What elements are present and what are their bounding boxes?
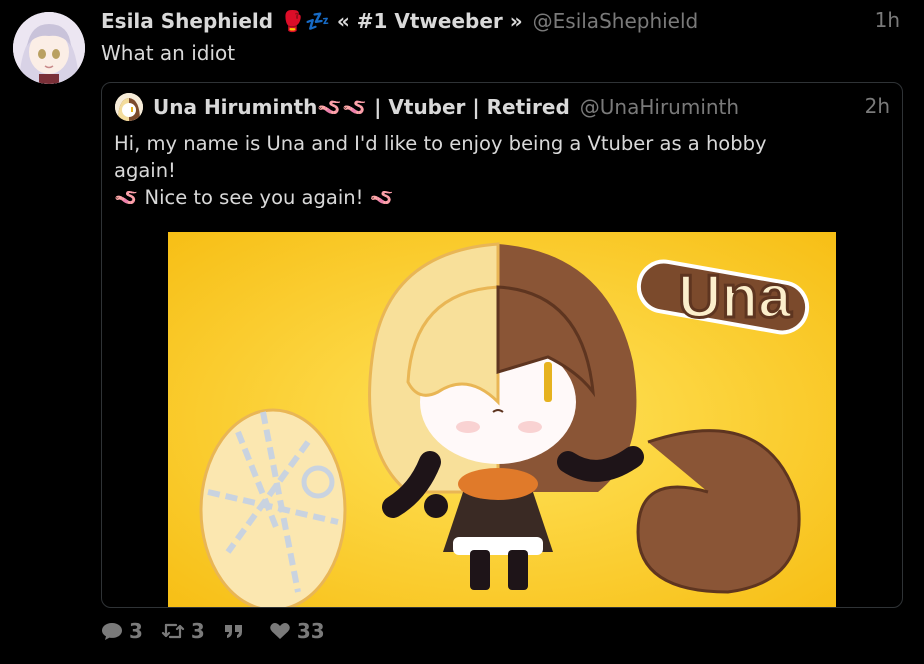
post-text: What an idiot bbox=[101, 41, 236, 65]
like-count: 33 bbox=[296, 619, 325, 643]
author-emoji: 🥊💤 bbox=[280, 9, 330, 33]
repost-button[interactable]: 3 bbox=[161, 619, 205, 643]
post-time[interactable]: 1h bbox=[875, 8, 900, 32]
quoted-text-line: Hi, my name is Una and I'd like to enjoy… bbox=[114, 132, 767, 155]
quoted-post-image[interactable]: Una bbox=[168, 232, 836, 607]
quoted-post-text: Hi, my name is Una and I'd like to enjoy… bbox=[114, 130, 854, 211]
quoted-post-header: Una Hiruminth🪱🪱 | Vtuber | Retired @UnaH… bbox=[153, 93, 890, 121]
quoted-author-handle[interactable]: @UnaHiruminth bbox=[580, 95, 739, 119]
chibi-character-illustration: Una bbox=[168, 232, 836, 607]
quoted-author-avatar[interactable] bbox=[115, 93, 143, 121]
like-button[interactable]: 33 bbox=[269, 619, 325, 643]
author-avatar[interactable] bbox=[13, 12, 85, 84]
post-header: Esila Shephield 🥊💤 « #1 Vtweeber » @Esil… bbox=[101, 8, 900, 34]
author-handle[interactable]: @EsilaShephield bbox=[533, 9, 699, 33]
quoted-author-name[interactable]: Una Hiruminth🪱🪱 | Vtuber | Retired bbox=[153, 95, 570, 119]
post-actions: 3 3 33 bbox=[101, 619, 343, 643]
avatar-image bbox=[13, 12, 85, 84]
quote-icon bbox=[224, 625, 242, 638]
quoted-avatar-image bbox=[115, 93, 143, 121]
quoted-post[interactable]: Una Hiruminth🪱🪱 | Vtuber | Retired @UnaH… bbox=[101, 82, 903, 608]
repost-count: 3 bbox=[190, 619, 205, 643]
quoted-text-line: again! bbox=[114, 159, 176, 182]
post: Esila Shephield 🥊💤 « #1 Vtweeber » @Esil… bbox=[0, 0, 924, 664]
quote-button[interactable] bbox=[223, 621, 251, 641]
quoted-text-line: 🪱 Nice to see you again! 🪱 bbox=[114, 186, 394, 209]
reply-count: 3 bbox=[129, 619, 143, 643]
heart-icon bbox=[270, 623, 290, 639]
reply-button[interactable]: 3 bbox=[101, 619, 143, 643]
reply-icon bbox=[102, 623, 122, 640]
author-name-text: Esila Shephield bbox=[101, 9, 274, 33]
author-display-name[interactable]: Esila Shephield 🥊💤 « #1 Vtweeber » bbox=[101, 9, 523, 33]
author-name-suffix: « #1 Vtweeber » bbox=[336, 9, 523, 33]
quoted-post-time[interactable]: 2h bbox=[865, 94, 890, 118]
logo-text: Una bbox=[678, 263, 792, 330]
repost-icon bbox=[161, 623, 185, 639]
